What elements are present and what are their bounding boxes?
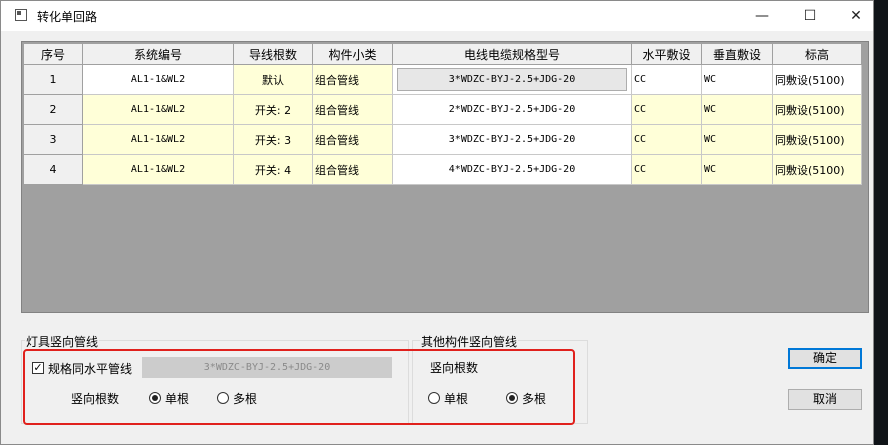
other-multi-radio[interactable] <box>506 392 518 404</box>
row-number[interactable]: 4 <box>23 154 83 185</box>
cable-spec-cell[interactable]: 3*WDZC-BYJ-2.5+JDG-20 <box>392 124 632 155</box>
table-row[interactable]: 3 AL1-1&WL2 开关: 3 组合管线 3*WDZC-BYJ-2.5+JD… <box>23 124 862 155</box>
same-spec-checkbox[interactable]: ✓ <box>32 362 44 374</box>
system-code-cell[interactable]: AL1-1&WL2 <box>82 94 234 125</box>
horizontal-laying-cell[interactable]: CC <box>631 94 702 125</box>
other-single-label: 单根 <box>444 392 469 406</box>
vertical-laying-cell[interactable]: WC <box>701 94 773 125</box>
cancel-button[interactable]: 取消 <box>788 389 862 410</box>
lamp-single-radio[interactable] <box>149 392 161 404</box>
column-header[interactable]: 序号 <box>23 43 83 65</box>
lamp-multi-label: 多根 <box>233 392 258 406</box>
lamp-spec-field: 3*WDZC-BYJ-2.5+JDG-20 <box>142 357 392 378</box>
other-vertical-count-label: 竖向根数 <box>430 361 479 375</box>
column-header[interactable]: 电线电缆规格型号 <box>392 43 632 65</box>
wire-count-cell[interactable]: 开关: 4 <box>233 154 313 185</box>
system-code-cell[interactable]: AL1-1&WL2 <box>82 64 234 95</box>
column-header[interactable]: 标高 <box>772 43 862 65</box>
data-grid[interactable]: 序号 系统编号 导线根数 构件小类 电线电缆规格型号 水平敷设 垂直敷设 标高 … <box>21 41 869 313</box>
background-cad-canvas <box>874 0 888 445</box>
maximize-button[interactable]: ☐ <box>787 1 833 31</box>
column-header[interactable]: 系统编号 <box>82 43 234 65</box>
title-bar: 转化单回路 — ☐ ✕ <box>1 1 873 31</box>
other-single-radio[interactable] <box>428 392 440 404</box>
column-header[interactable]: 垂直敷设 <box>701 43 773 65</box>
same-spec-label: 规格同水平管线 <box>48 362 133 376</box>
lamp-multi-radio[interactable] <box>217 392 229 404</box>
wire-count-cell[interactable]: 开关: 2 <box>233 94 313 125</box>
window-title: 转化单回路 <box>37 10 98 24</box>
ok-button[interactable]: 确定 <box>788 348 862 369</box>
elevation-cell[interactable]: 同敷设(5100) <box>772 154 862 185</box>
vertical-laying-cell[interactable]: WC <box>701 154 773 185</box>
component-type-cell[interactable]: 组合管线 <box>312 94 393 125</box>
row-number[interactable]: 1 <box>23 64 83 95</box>
row-number[interactable]: 2 <box>23 94 83 125</box>
app-icon <box>15 9 27 21</box>
system-code-cell[interactable]: AL1-1&WL2 <box>82 124 234 155</box>
lamp-single-label: 单根 <box>165 392 190 406</box>
other-multi-label: 多根 <box>522 392 547 406</box>
cable-spec-cell[interactable]: 2*WDZC-BYJ-2.5+JDG-20 <box>392 94 632 125</box>
horizontal-laying-cell[interactable]: CC <box>631 154 702 185</box>
row-number[interactable]: 3 <box>23 124 83 155</box>
cable-spec-cell[interactable]: 4*WDZC-BYJ-2.5+JDG-20 <box>392 154 632 185</box>
vertical-laying-cell[interactable]: WC <box>701 124 773 155</box>
lamp-group-title: 灯具竖向管线 <box>25 333 100 350</box>
lamp-vertical-count-label: 竖向根数 <box>71 392 120 406</box>
close-button[interactable]: ✕ <box>833 1 879 31</box>
table-row[interactable]: 4 AL1-1&WL2 开关: 4 组合管线 4*WDZC-BYJ-2.5+JD… <box>23 154 862 185</box>
component-type-cell[interactable]: 组合管线 <box>312 154 393 185</box>
component-type-cell[interactable]: 组合管线 <box>312 64 393 95</box>
wire-count-cell[interactable]: 开关: 3 <box>233 124 313 155</box>
grid-table: 序号 系统编号 导线根数 构件小类 电线电缆规格型号 水平敷设 垂直敷设 标高 … <box>23 43 862 185</box>
column-header[interactable]: 构件小类 <box>312 43 393 65</box>
dialog-window: 转化单回路 — ☐ ✕ 序号 系统编号 导线根数 构件小类 电线电缆规格型号 水… <box>0 0 874 445</box>
other-group-title: 其他构件竖向管线 <box>420 333 519 350</box>
grid-header-row: 序号 系统编号 导线根数 构件小类 电线电缆规格型号 水平敷设 垂直敷设 标高 <box>23 43 862 65</box>
elevation-cell[interactable]: 同敷设(5100) <box>772 64 862 95</box>
cable-spec-button[interactable]: 3*WDZC-BYJ-2.5+JDG-20 <box>397 68 627 91</box>
elevation-cell[interactable]: 同敷设(5100) <box>772 124 862 155</box>
elevation-cell[interactable]: 同敷设(5100) <box>772 94 862 125</box>
system-code-cell[interactable]: AL1-1&WL2 <box>82 154 234 185</box>
wire-count-cell[interactable]: 默认 <box>233 64 313 95</box>
column-header[interactable]: 水平敷设 <box>631 43 702 65</box>
cable-spec-cell[interactable]: 3*WDZC-BYJ-2.5+JDG-20 <box>392 64 632 95</box>
column-header[interactable]: 导线根数 <box>233 43 313 65</box>
table-row[interactable]: 2 AL1-1&WL2 开关: 2 组合管线 2*WDZC-BYJ-2.5+JD… <box>23 94 862 125</box>
horizontal-laying-cell[interactable]: CC <box>631 124 702 155</box>
horizontal-laying-cell[interactable]: CC <box>631 64 702 95</box>
vertical-laying-cell[interactable]: WC <box>701 64 773 95</box>
minimize-button[interactable]: — <box>739 1 785 31</box>
table-row[interactable]: 1 AL1-1&WL2 默认 组合管线 3*WDZC-BYJ-2.5+JDG-2… <box>23 64 862 95</box>
component-type-cell[interactable]: 组合管线 <box>312 124 393 155</box>
